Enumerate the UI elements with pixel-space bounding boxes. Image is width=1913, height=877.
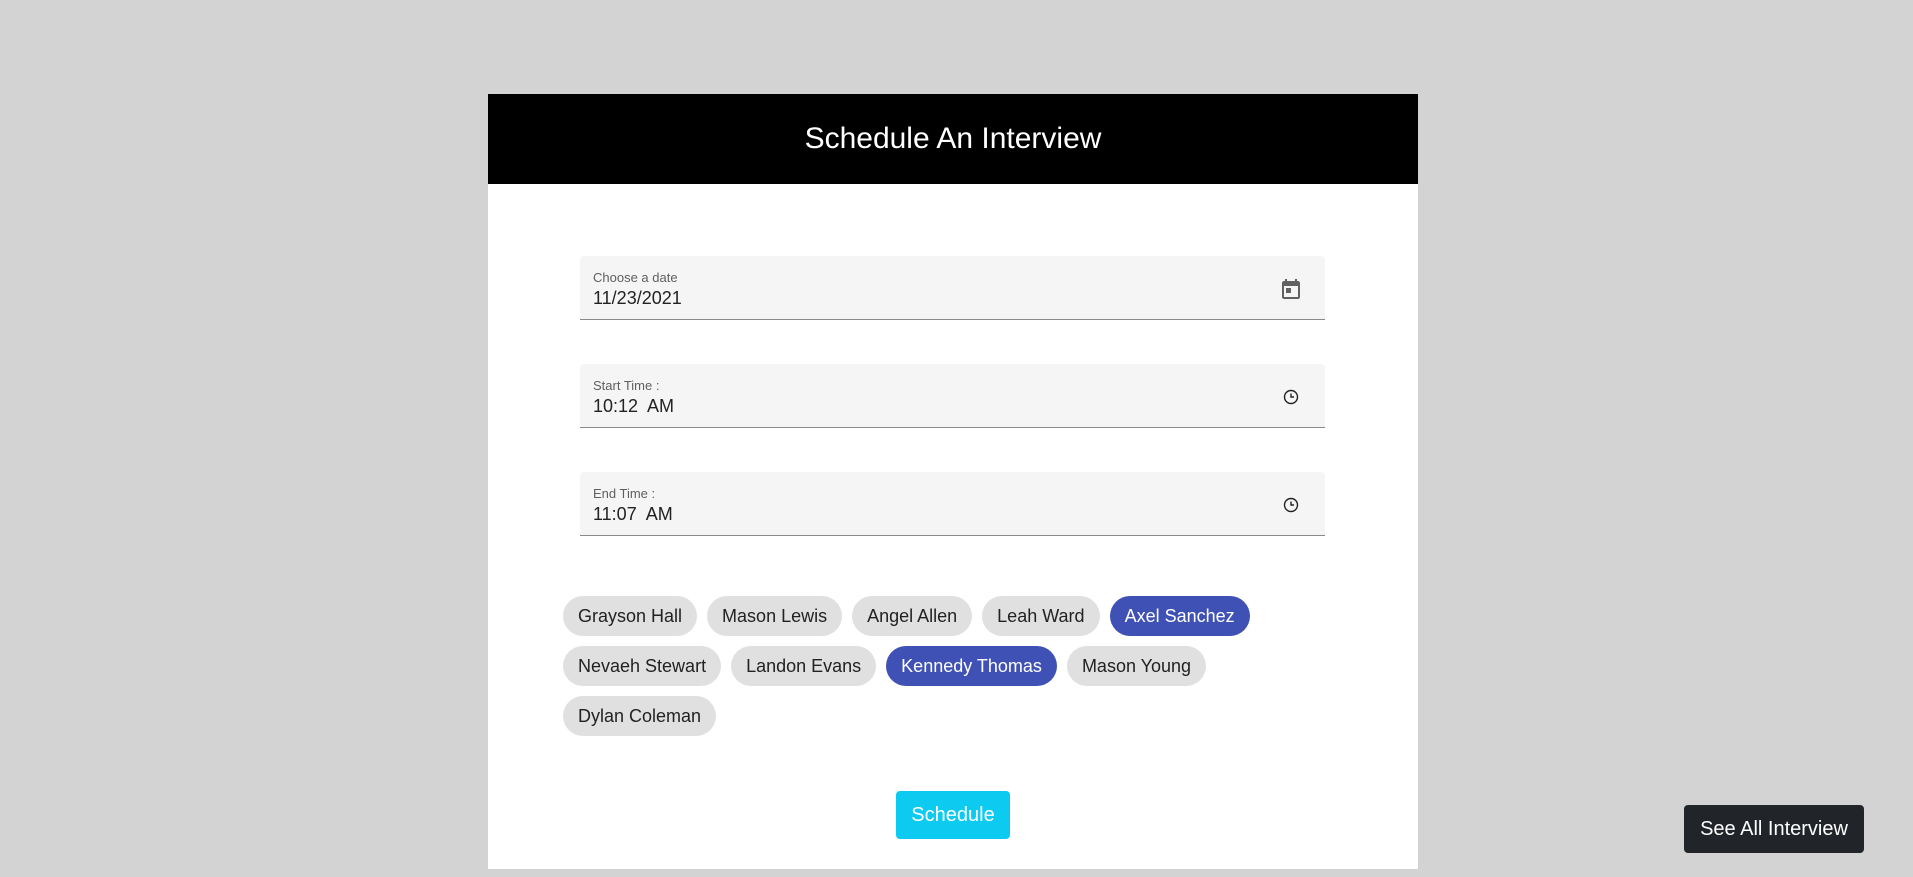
participant-chip[interactable]: Axel Sanchez bbox=[1109, 596, 1250, 636]
schedule-button[interactable]: Schedule bbox=[896, 791, 1010, 839]
clock-icon[interactable] bbox=[1279, 385, 1303, 409]
chip-row: Dylan Coleman bbox=[563, 696, 1323, 736]
participant-chip[interactable]: Nevaeh Stewart bbox=[563, 646, 722, 686]
date-field-value[interactable]: 11/23/2021 bbox=[593, 288, 682, 309]
chip-row: Grayson Hall Mason Lewis Angel Allen Lea… bbox=[563, 596, 1323, 636]
participant-chip[interactable]: Mason Young bbox=[1066, 646, 1207, 686]
start-time-label: Start Time : bbox=[593, 378, 660, 393]
end-time-value[interactable]: 11:07 AM bbox=[593, 504, 673, 525]
date-field-label: Choose a date bbox=[593, 270, 678, 285]
start-time-field[interactable]: Start Time : 10:12 AM bbox=[580, 364, 1325, 428]
date-field[interactable]: Choose a date 11/23/2021 bbox=[580, 256, 1325, 320]
participant-chip[interactable]: Landon Evans bbox=[731, 646, 877, 686]
end-time-label: End Time : bbox=[593, 486, 656, 501]
see-all-interview-button[interactable]: See All Interview bbox=[1684, 805, 1864, 853]
participant-chip[interactable]: Mason Lewis bbox=[707, 596, 843, 636]
participant-chip[interactable]: Grayson Hall bbox=[563, 596, 698, 636]
chip-row: Nevaeh Stewart Landon Evans Kennedy Thom… bbox=[563, 646, 1323, 686]
participant-chip[interactable]: Dylan Coleman bbox=[563, 696, 717, 736]
participant-chip[interactable]: Leah Ward bbox=[982, 596, 1100, 636]
schedule-card: Schedule An Interview Choose a date 11/2… bbox=[488, 94, 1418, 869]
participant-chip[interactable]: Angel Allen bbox=[852, 596, 973, 636]
participant-chip[interactable]: Kennedy Thomas bbox=[886, 646, 1057, 686]
card-header: Schedule An Interview bbox=[488, 94, 1418, 184]
start-time-value[interactable]: 10:12 AM bbox=[593, 396, 674, 417]
page-title: Schedule An Interview bbox=[804, 122, 1102, 155]
end-time-field[interactable]: End Time : 11:07 AM bbox=[580, 472, 1325, 536]
clock-icon[interactable] bbox=[1279, 493, 1303, 517]
participant-chip-list: Grayson Hall Mason Lewis Angel Allen Lea… bbox=[563, 596, 1323, 746]
calendar-icon[interactable] bbox=[1279, 277, 1303, 301]
